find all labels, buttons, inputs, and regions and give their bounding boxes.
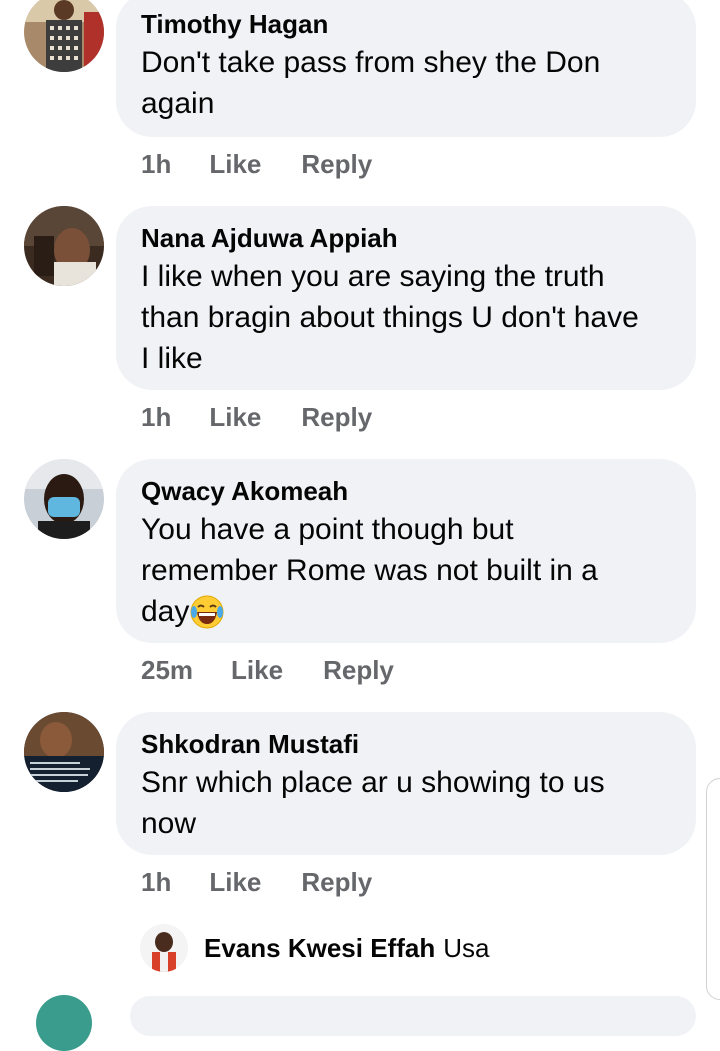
reply-button[interactable]: Reply xyxy=(301,402,372,433)
comment-bubble[interactable]: Timothy Hagan Don't take pass from shey … xyxy=(116,0,696,137)
like-button[interactable]: Like xyxy=(209,867,261,898)
comment-bubble[interactable] xyxy=(130,996,696,1036)
comment-bubble[interactable]: Shkodran Mustafi Snr which place ar u sh… xyxy=(116,712,696,855)
overlay-card-edge xyxy=(706,778,720,1000)
reply-snippet: Usa xyxy=(443,932,490,963)
like-button[interactable]: Like xyxy=(209,402,261,433)
comment-text: than bragin about things U don't have xyxy=(141,301,639,334)
comment-author[interactable]: Timothy Hagan xyxy=(141,6,672,42)
comment-bubble[interactable]: Qwacy Akomeah You have a point though bu… xyxy=(116,459,696,643)
comment-actions: 1h Like Reply xyxy=(141,402,372,433)
like-button[interactable]: Like xyxy=(209,149,261,180)
reply-author[interactable]: Evans Kwesi Effah xyxy=(204,933,435,964)
comment-author[interactable]: Shkodran Mustafi xyxy=(141,726,672,762)
comment-actions: 1h Like Reply xyxy=(141,867,372,898)
comment-text: I like xyxy=(141,342,203,375)
comment-text: day xyxy=(141,595,190,628)
comment-text: You have a point though but xyxy=(141,513,514,546)
like-button[interactable]: Like xyxy=(231,655,283,686)
reply-button[interactable]: Reply xyxy=(323,655,394,686)
avatar[interactable] xyxy=(140,924,188,972)
avatar[interactable] xyxy=(24,0,104,72)
comment-text: Snr which place ar u showing to us xyxy=(141,766,605,799)
comment-actions: 1h Like Reply xyxy=(141,149,372,180)
comment-text-line: day xyxy=(141,591,672,632)
avatar[interactable] xyxy=(36,995,92,1051)
comment-timestamp[interactable]: 1h xyxy=(141,867,171,898)
reply-preview[interactable]: Evans Kwesi Effah Usa xyxy=(140,924,489,972)
comment-text: I like when you are saying the truth xyxy=(141,260,605,293)
comment-text: Don't take pass from shey the Don xyxy=(141,46,601,79)
comment-text: again xyxy=(141,87,215,120)
reply-button[interactable]: Reply xyxy=(301,867,372,898)
comment-timestamp[interactable]: 1h xyxy=(141,402,171,433)
reply-button[interactable]: Reply xyxy=(301,149,372,180)
comment-text: remember Rome was not built in a xyxy=(141,554,598,587)
comment-timestamp[interactable]: 25m xyxy=(141,655,193,686)
comment-author[interactable]: Qwacy Akomeah xyxy=(141,473,672,509)
comment-text: now xyxy=(141,807,197,840)
avatar[interactable] xyxy=(24,712,104,792)
avatar[interactable] xyxy=(24,459,104,539)
comment-author[interactable]: Nana Ajduwa Appiah xyxy=(141,220,672,256)
comment-timestamp[interactable]: 1h xyxy=(141,149,171,180)
laughing-crying-emoji-icon xyxy=(190,595,224,628)
comment-actions: 25m Like Reply xyxy=(141,655,394,686)
comment-bubble[interactable]: Nana Ajduwa Appiah I like when you are s… xyxy=(116,206,696,390)
avatar[interactable] xyxy=(24,206,104,286)
